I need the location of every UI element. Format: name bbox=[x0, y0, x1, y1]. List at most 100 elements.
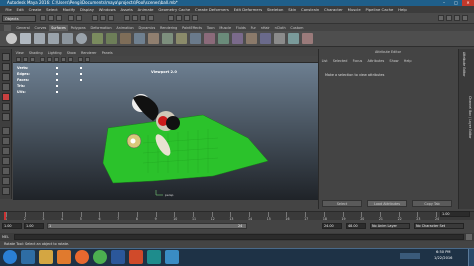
outliner-layout-icon[interactable] bbox=[2, 177, 10, 185]
start-button-icon[interactable] bbox=[3, 250, 17, 264]
birail-icon[interactable] bbox=[148, 33, 159, 44]
menu-assets[interactable]: Assets bbox=[118, 6, 135, 13]
maya-icon[interactable] bbox=[147, 250, 161, 264]
snap-point-icon[interactable] bbox=[140, 15, 146, 21]
anim-layer-dropdown[interactable]: No Anim Layer bbox=[370, 223, 410, 229]
scale-tool-icon[interactable] bbox=[2, 103, 10, 111]
snap-grid-icon[interactable] bbox=[124, 15, 130, 21]
chrome-icon[interactable] bbox=[93, 250, 107, 264]
persp-outliner-layout-icon[interactable] bbox=[2, 147, 10, 155]
current-frame-field[interactable]: 1.00 bbox=[440, 211, 470, 217]
lasso-tool-icon[interactable] bbox=[2, 63, 10, 71]
copy-tab-button[interactable]: Copy Tab bbox=[412, 200, 452, 207]
extrude-icon[interactable] bbox=[134, 33, 145, 44]
media-player-icon[interactable] bbox=[57, 250, 71, 264]
detach-icon[interactable] bbox=[274, 33, 285, 44]
menu-create-deformers[interactable]: Create Deformers bbox=[193, 6, 232, 13]
menu-select[interactable]: Select bbox=[44, 6, 61, 13]
align-icon[interactable] bbox=[288, 33, 299, 44]
menu-pipeline-cache[interactable]: Pipeline Cache bbox=[363, 6, 396, 13]
current-time-indicator[interactable] bbox=[4, 212, 6, 220]
four-view-layout-icon[interactable] bbox=[2, 137, 10, 145]
end-time-field[interactable]: 48.00 bbox=[346, 223, 366, 229]
xray-icon[interactable] bbox=[85, 57, 90, 62]
intersect-icon[interactable] bbox=[204, 33, 215, 44]
range-slider[interactable] bbox=[47, 223, 247, 229]
attr-menu-attributes[interactable]: Attributes bbox=[365, 58, 387, 64]
untrim-icon[interactable] bbox=[246, 33, 257, 44]
bookmark-icon[interactable] bbox=[30, 57, 35, 62]
ie-icon[interactable] bbox=[21, 250, 35, 264]
render-frame-icon[interactable] bbox=[176, 15, 182, 21]
nurbs-sphere-icon[interactable] bbox=[6, 33, 17, 44]
camera-attributes-icon[interactable] bbox=[23, 57, 28, 62]
nurbs-cylinder-icon[interactable] bbox=[34, 33, 45, 44]
smooth-shade-icon[interactable] bbox=[54, 57, 59, 62]
snap-curve-icon[interactable] bbox=[132, 15, 138, 21]
history-icon[interactable] bbox=[168, 15, 174, 21]
attribute-editor-toggle-icon[interactable] bbox=[446, 15, 452, 21]
attach-icon[interactable] bbox=[260, 33, 271, 44]
show-desktop-button[interactable] bbox=[468, 249, 474, 266]
square-icon[interactable] bbox=[176, 33, 187, 44]
menu-constrain[interactable]: Constrain bbox=[299, 6, 322, 13]
planar-icon[interactable] bbox=[120, 33, 131, 44]
boundary-icon[interactable] bbox=[162, 33, 173, 44]
attr-menu-list[interactable]: List bbox=[319, 58, 330, 64]
menu-geometry-cache[interactable]: Geometry Cache bbox=[156, 6, 193, 13]
modeling-toolkit-icon[interactable] bbox=[438, 15, 444, 21]
persp-hypershade-layout-icon[interactable] bbox=[2, 167, 10, 175]
menu-modify[interactable]: Modify bbox=[60, 6, 77, 13]
menu-help[interactable]: Help bbox=[396, 6, 409, 13]
select-button[interactable]: Select bbox=[322, 200, 362, 207]
menu-edit-deformers[interactable]: Edit Deformers bbox=[231, 6, 264, 13]
word-icon[interactable] bbox=[111, 250, 125, 264]
select-tool-icon[interactable] bbox=[2, 53, 10, 61]
ipr-render-icon[interactable] bbox=[184, 15, 190, 21]
paint-icon[interactable] bbox=[165, 250, 179, 264]
mel-label[interactable]: MEL bbox=[2, 234, 9, 240]
nurbs-cube-icon[interactable] bbox=[20, 33, 31, 44]
revolve-icon[interactable] bbox=[92, 33, 103, 44]
single-perspective-layout-icon[interactable] bbox=[2, 127, 10, 135]
menu-edit[interactable]: Edit bbox=[14, 6, 26, 13]
project-curve-icon[interactable] bbox=[218, 33, 229, 44]
menu-skin[interactable]: Skin bbox=[286, 6, 299, 13]
attr-menu-selected[interactable]: Selected bbox=[330, 58, 350, 64]
load-attributes-button[interactable]: Load Attributes bbox=[367, 200, 407, 207]
menu-animate[interactable]: Animate bbox=[135, 6, 156, 13]
rotate-tool-icon[interactable] bbox=[2, 93, 10, 101]
render-settings-icon[interactable] bbox=[192, 15, 198, 21]
side-tab-attribute-editor[interactable]: Attribute Editor bbox=[462, 52, 466, 77]
loft-icon[interactable] bbox=[106, 33, 117, 44]
nurbs-plane-icon[interactable] bbox=[62, 33, 73, 44]
menu-character[interactable]: Character bbox=[322, 6, 346, 13]
attr-menu-help[interactable]: Help bbox=[401, 58, 414, 64]
mel-input[interactable] bbox=[14, 234, 464, 240]
select-component-icon[interactable] bbox=[108, 15, 114, 21]
menu-file[interactable]: File bbox=[3, 6, 14, 13]
script-editor-icon[interactable] bbox=[466, 234, 472, 240]
redo-icon[interactable] bbox=[76, 15, 82, 21]
system-tray[interactable] bbox=[400, 253, 420, 259]
playback-end-field[interactable]: 24.00 bbox=[322, 223, 342, 229]
new-scene-icon[interactable] bbox=[40, 15, 46, 21]
side-tab-channel-box[interactable]: Channel Box / Layer Editor bbox=[468, 96, 472, 138]
menu-skeleton[interactable]: Skeleton bbox=[265, 6, 286, 13]
grid-toggle-icon[interactable] bbox=[40, 57, 45, 62]
wireframe-icon[interactable] bbox=[47, 57, 52, 62]
snap-surface-icon[interactable] bbox=[148, 15, 154, 21]
firefox-icon[interactable] bbox=[75, 250, 89, 264]
mode-selector[interactable]: Objects bbox=[2, 15, 36, 22]
channel-box-toggle-icon[interactable] bbox=[462, 15, 468, 21]
paint-select-icon[interactable] bbox=[2, 73, 10, 81]
playback-start-field[interactable]: 1.00 bbox=[24, 223, 44, 229]
save-scene-icon[interactable] bbox=[56, 15, 62, 21]
camera-select-icon[interactable] bbox=[16, 57, 21, 62]
explorer-icon[interactable] bbox=[39, 250, 53, 264]
last-tool-icon[interactable] bbox=[2, 113, 10, 121]
lights-icon[interactable] bbox=[68, 57, 73, 62]
menu-create[interactable]: Create bbox=[26, 6, 43, 13]
select-hierarchy-icon[interactable] bbox=[92, 15, 98, 21]
menu-muscle[interactable]: Muscle bbox=[345, 6, 363, 13]
